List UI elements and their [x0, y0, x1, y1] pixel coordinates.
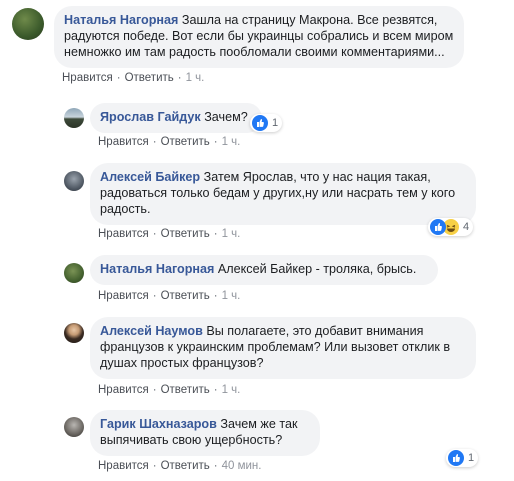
like-link[interactable]: Нравится	[98, 460, 149, 472]
like-link[interactable]: Нравится	[98, 384, 149, 396]
comment-text: Алексей Байкер - троляка, брысь.	[217, 262, 417, 276]
comment-author[interactable]: Алексей Наумов	[100, 324, 203, 338]
avatar[interactable]	[64, 108, 84, 128]
reply-link[interactable]: Ответить	[161, 228, 210, 240]
separator-dot: ·	[177, 72, 182, 84]
avatar[interactable]	[64, 417, 84, 437]
comment-author[interactable]: Наталья Нагорная	[100, 262, 214, 276]
separator-dot: ·	[152, 136, 157, 148]
separator-dot: ·	[152, 384, 157, 396]
reply-link[interactable]: Ответить	[161, 136, 210, 148]
like-icon	[252, 115, 268, 131]
reply-link[interactable]: Ответить	[161, 384, 210, 396]
avatar[interactable]	[12, 8, 44, 40]
comment-author[interactable]: Наталья Нагорная	[64, 13, 178, 27]
like-link[interactable]: Нравится	[62, 72, 113, 84]
reaction-summary[interactable]: 4	[428, 218, 474, 236]
avatar[interactable]	[64, 263, 84, 283]
comment-text: Зачем?	[204, 110, 248, 124]
comment-actions: Нравится · Ответить · 1 ч.	[98, 228, 240, 240]
reply-link[interactable]: Ответить	[161, 290, 210, 302]
separator-dot: ·	[152, 460, 157, 472]
reply-link[interactable]: Ответить	[125, 72, 174, 84]
avatar[interactable]	[64, 171, 84, 191]
comment-bubble: Ярослав Гайдук Зачем?	[90, 103, 262, 133]
timestamp[interactable]: 1 ч.	[222, 228, 241, 240]
timestamp[interactable]: 40 мин.	[222, 460, 262, 472]
like-link[interactable]: Нравится	[98, 228, 149, 240]
separator-dot: ·	[213, 228, 218, 240]
timestamp[interactable]: 1 ч.	[186, 72, 205, 84]
avatar[interactable]	[64, 323, 84, 343]
separator-dot: ·	[213, 290, 218, 302]
separator-dot: ·	[213, 460, 218, 472]
comment-author[interactable]: Алексей Байкер	[100, 170, 200, 184]
reaction-summary[interactable]: 1	[250, 114, 283, 132]
reply-link[interactable]: Ответить	[161, 460, 210, 472]
reaction-summary[interactable]: 1	[446, 449, 479, 467]
comment-bubble: Алексей Наумов Вы полагаете, это добавит…	[90, 317, 476, 379]
comment-bubble: Наталья Нагорная Алексей Байкер - троляк…	[90, 255, 438, 285]
separator-dot: ·	[213, 136, 218, 148]
separator-dot: ·	[152, 228, 157, 240]
like-icon	[430, 219, 446, 235]
comment-actions: Нравится · Ответить · 1 ч.	[98, 136, 240, 148]
reaction-count: 1	[272, 117, 279, 129]
timestamp[interactable]: 1 ч.	[222, 384, 241, 396]
comment-author[interactable]: Гарик Шахназаров	[100, 417, 217, 431]
comment-actions: Нравится · Ответить · 1 ч.	[98, 290, 240, 302]
comment-author[interactable]: Ярослав Гайдук	[100, 110, 201, 124]
reaction-count: 1	[468, 452, 475, 464]
comment-actions: Нравится · Ответить · 1 ч.	[62, 72, 204, 84]
like-link[interactable]: Нравится	[98, 136, 149, 148]
timestamp[interactable]: 1 ч.	[222, 136, 241, 148]
comment-actions: Нравится · Ответить · 40 мин.	[98, 460, 261, 472]
comment-bubble: Алексей Байкер Затем Ярослав, что у нас …	[90, 163, 476, 225]
timestamp[interactable]: 1 ч.	[222, 290, 241, 302]
separator-dot: ·	[152, 290, 157, 302]
like-link[interactable]: Нравится	[98, 290, 149, 302]
reaction-count: 4	[463, 221, 470, 233]
comment-bubble: Наталья Нагорная Зашла на страницу Макро…	[54, 6, 464, 68]
comment-bubble: Гарик Шахназаров Зачем же так выпячивать…	[90, 410, 320, 456]
like-icon	[448, 450, 464, 466]
comment-actions: Нравится · Ответить · 1 ч.	[98, 384, 240, 396]
separator-dot: ·	[213, 384, 218, 396]
separator-dot: ·	[116, 72, 121, 84]
